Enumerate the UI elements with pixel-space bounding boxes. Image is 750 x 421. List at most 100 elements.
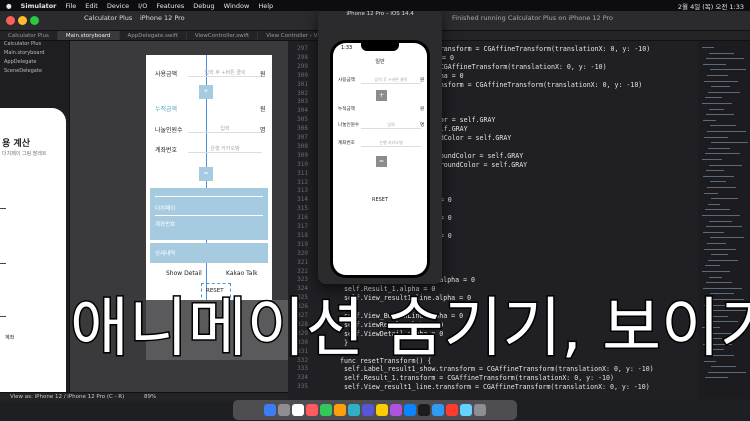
minimap-line [702, 215, 740, 216]
tab-view-controller[interactable]: ViewController.swift [187, 31, 259, 40]
line-number: 312 [297, 178, 308, 186]
caption-overlay: 애니메이션 숨기기, 보이기 [69, 291, 750, 368]
label-people: 나눌인원수 [338, 123, 360, 128]
plus-button[interactable]: + [376, 90, 387, 101]
scheme-selector[interactable]: Calculator Plus [84, 14, 132, 22]
used-amount-field[interactable]: 입력 후 +버튼 클릭 [188, 69, 262, 77]
equals-button[interactable]: = [199, 167, 213, 181]
menu-window[interactable]: Window [224, 2, 250, 10]
screen-title: 일반 [375, 59, 385, 65]
account-field[interactable]: 은행 카카오뱅 [188, 145, 262, 153]
zoom-window-button[interactable] [30, 16, 39, 25]
label-account: 계좌번호 [338, 141, 355, 146]
dock-app-icon[interactable] [474, 404, 486, 416]
device-selector[interactable]: iPhone 12 Pro [140, 14, 185, 22]
dock-app-icon[interactable] [460, 404, 472, 416]
result-panel: 더치페이 계좌번호 [150, 188, 268, 240]
dock-app-icon[interactable] [278, 404, 290, 416]
iphone-screen[interactable]: 1:33 일반 사용금액 입력 후 +버튼 클릭 원 + 누적금액 원 나눌인원… [333, 43, 427, 275]
nav-row[interactable]: Main.storyboard [0, 50, 69, 59]
line-number: 304 [297, 107, 308, 115]
line-number: 307 [297, 134, 308, 141]
used-amount-field[interactable]: 입력 후 +버튼 클릭 [361, 77, 421, 84]
account-field[interactable]: 은행 카카오뱅 [361, 140, 421, 147]
dock-app-icon[interactable] [376, 404, 388, 416]
clock-status[interactable]: 2월 4일 (목) 오전 1:33 [678, 1, 744, 11]
reset-button[interactable]: RESET [333, 197, 427, 203]
kakao-talk-button[interactable]: Kakao Talk [226, 270, 258, 277]
divider [0, 263, 6, 264]
plus-button[interactable]: + [199, 85, 213, 99]
nav-row[interactable]: Calculator Plus [0, 41, 69, 50]
menu-io[interactable]: I/O [138, 2, 147, 10]
dock-app-icon[interactable] [334, 404, 346, 416]
nav-row[interactable]: AppDelegate [0, 59, 69, 68]
minimap-line [709, 164, 742, 166]
detail-panel: 상세내역 [150, 243, 268, 263]
label-account: 계좌번호 [155, 147, 178, 154]
minimap-line [703, 175, 734, 177]
close-window-button[interactable] [6, 16, 15, 25]
preview-title: 용 계산 [2, 139, 30, 149]
tab-project[interactable]: Calculator Plus [0, 31, 58, 40]
menu-edit[interactable]: Edit [85, 2, 98, 10]
equals-button[interactable]: = [376, 156, 387, 167]
menu-features[interactable]: Features [156, 2, 184, 10]
minimap-line [709, 108, 724, 110]
build-status: Finished running Calculator Plus on iPho… [452, 14, 614, 22]
line-number: 302 [297, 89, 308, 97]
line-number: 309 [297, 151, 308, 159]
account-result-label: 계좌번호 [155, 222, 176, 228]
show-detail-button[interactable]: Show Detail [166, 270, 202, 277]
zoom-level[interactable]: 89% [144, 394, 156, 400]
line-number: 308 [297, 142, 308, 150]
menu-file[interactable]: File [65, 2, 76, 10]
minimap-line [702, 47, 714, 48]
dock-app-icon[interactable] [418, 404, 430, 416]
dock-app-icon[interactable] [432, 404, 444, 416]
caption-text: 애니메이션 숨기기, 보이기 [70, 292, 750, 366]
menu-debug[interactable]: Debug [193, 2, 214, 10]
tab-main-storyboard[interactable]: Main.storyboard [57, 31, 120, 40]
dock [233, 400, 517, 420]
line-number: 317 [297, 223, 308, 230]
menu-help[interactable]: Help [258, 2, 273, 10]
line-number: 311 [297, 169, 308, 177]
minimap-line [709, 52, 734, 54]
result-line [155, 215, 263, 216]
line-number: 318 [297, 231, 308, 239]
dock-app-icon[interactable] [320, 404, 332, 416]
line-number: 298 [297, 53, 308, 61]
minimize-window-button[interactable] [18, 16, 27, 25]
nav-row[interactable]: SceneDelegate [0, 68, 69, 77]
minimap-line [711, 142, 748, 144]
view-as-label[interactable]: View as: iPhone 12 / iPhone 12 Pro (C - … [10, 394, 124, 400]
menu-device[interactable]: Device [107, 2, 129, 10]
minimap-line [707, 75, 728, 76]
apple-menu-icon[interactable]: ● [6, 2, 12, 10]
dock-app-icon[interactable] [390, 404, 402, 416]
tab-app-delegate[interactable]: AppDelegate.swift [120, 31, 187, 40]
label-total-amount: 누적금액 [338, 107, 355, 112]
code-line: = 0 [442, 53, 454, 62]
dock-app-icon[interactable] [348, 404, 360, 416]
app-menu[interactable]: Simulator [21, 2, 57, 10]
minimap-line [711, 254, 728, 256]
minimap-line [708, 203, 720, 205]
dock-app-icon[interactable] [446, 404, 458, 416]
notch [361, 43, 399, 51]
preview-subtitle: 더치페이 그림 팔레트 [2, 151, 47, 157]
dock-app-icon[interactable] [306, 404, 318, 416]
dock-app-icon[interactable] [362, 404, 374, 416]
dock-app-icon[interactable] [292, 404, 304, 416]
unit-won: 원 [260, 71, 266, 78]
people-field[interactable]: 입력 [188, 125, 262, 133]
dock-app-icon[interactable] [404, 404, 416, 416]
dock-app-icon[interactable] [264, 404, 276, 416]
minimap-line [710, 181, 726, 183]
people-field[interactable]: 입력 [361, 122, 421, 129]
minimap-line [710, 69, 746, 71]
status-time: 1:33 [341, 45, 353, 51]
line-number: 303 [297, 98, 308, 106]
minimap-line [711, 198, 738, 200]
